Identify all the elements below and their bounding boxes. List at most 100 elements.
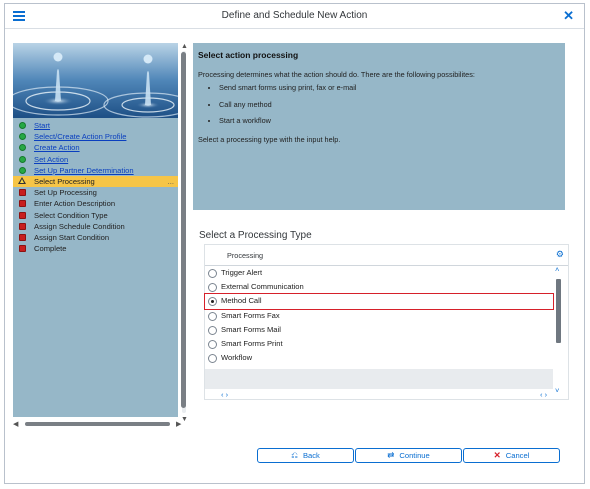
radio-button[interactable] bbox=[208, 269, 217, 278]
continue-button[interactable]: ⇄ Continue bbox=[355, 448, 462, 463]
step-done-icon bbox=[19, 166, 26, 174]
wizard-step-label: Set Up Processing bbox=[34, 188, 97, 198]
wizard-step-label[interactable]: Set Up Partner Determination bbox=[34, 166, 134, 175]
close-icon[interactable]: ✕ bbox=[563, 8, 574, 24]
table-scroll-down-icon[interactable]: ˅ bbox=[555, 386, 559, 395]
table-header: Processing ⚙ bbox=[205, 245, 568, 266]
step-more-indicator: ... bbox=[167, 176, 174, 186]
scrollbar-thumb[interactable] bbox=[181, 52, 186, 408]
step-done-icon bbox=[19, 155, 26, 163]
wizard-step: Assign Schedule Condition bbox=[13, 221, 178, 232]
wizard-step: Select Processing... bbox=[13, 175, 178, 188]
wizard-step: Enter Action Description bbox=[13, 198, 178, 209]
section-title: Select a Processing Type bbox=[199, 230, 312, 241]
table-empty-area bbox=[205, 369, 553, 389]
radio-button[interactable] bbox=[208, 339, 217, 349]
wizard-step-label: Assign Schedule Condition bbox=[34, 221, 125, 231]
wizard-step-label[interactable]: Start bbox=[34, 121, 50, 130]
back-button-label: Back bbox=[302, 451, 320, 460]
wizard-step-label[interactable]: Set Action bbox=[34, 155, 68, 164]
processing-option-label: Workflow bbox=[221, 353, 253, 363]
info-bullet: Call any method bbox=[219, 100, 356, 110]
cancel-button-label: Cancel bbox=[505, 451, 530, 460]
scroll-right-arrow-icon[interactable]: ▶ bbox=[176, 420, 181, 428]
radio-button[interactable] bbox=[208, 354, 217, 364]
wizard-step: Complete bbox=[13, 243, 178, 254]
continue-button-label: Continue bbox=[399, 451, 430, 460]
radio-button[interactable] bbox=[208, 311, 217, 321]
radio-button[interactable] bbox=[208, 297, 217, 307]
step-done-icon bbox=[19, 122, 26, 129]
wizard-step[interactable]: Start bbox=[13, 120, 178, 131]
left-vertical-scrollbar[interactable]: ▲ ▼ bbox=[180, 43, 188, 425]
settings-gear-icon[interactable]: ⚙ bbox=[556, 249, 564, 260]
step-done-icon bbox=[19, 144, 26, 152]
wizard-step: Select Condition Type bbox=[13, 210, 178, 221]
processing-option-label: Smart Forms Print bbox=[221, 338, 283, 348]
radio-button[interactable] bbox=[208, 283, 217, 293]
radio-button[interactable] bbox=[208, 325, 217, 335]
processing-option-label: Trigger Alert bbox=[221, 268, 263, 277]
wizard-step-label: Assign Start Condition bbox=[34, 232, 110, 242]
wizard-step[interactable]: Select/Create Action Profile bbox=[13, 131, 178, 142]
processing-option-row[interactable]: Smart Forms Mail bbox=[205, 323, 553, 337]
cancel-x-icon: ✕ bbox=[493, 450, 501, 460]
table-scroll-up-icon[interactable]: ˄ bbox=[555, 265, 559, 274]
wizard-step[interactable]: Set Action bbox=[13, 154, 178, 165]
cancel-button[interactable]: ✕ Cancel bbox=[463, 448, 560, 463]
info-hint: Select a processing type with the input … bbox=[198, 135, 341, 144]
title-bar: Define and Schedule New Action ✕ bbox=[5, 4, 584, 29]
wizard-step-label: Complete bbox=[34, 244, 67, 254]
table-vertical-scrollbar[interactable]: ˄ ˅ bbox=[552, 265, 568, 399]
step-pending-icon bbox=[19, 233, 26, 241]
info-bullets: Send smart forms using print, fax or e-m… bbox=[193, 83, 356, 133]
wizard-step-label: Enter Action Description bbox=[34, 199, 116, 209]
step-pending-icon bbox=[19, 222, 26, 230]
dialog-title: Define and Schedule New Action bbox=[221, 10, 368, 21]
wizard-step: Assign Start Condition bbox=[13, 232, 178, 243]
info-heading: Select action processing bbox=[198, 50, 299, 60]
step-done-icon bbox=[19, 133, 26, 141]
processing-option-row[interactable]: Method Call bbox=[204, 293, 554, 310]
back-button[interactable]: ⎌ Back bbox=[257, 448, 354, 463]
processing-option-row[interactable]: Smart Forms Print bbox=[205, 337, 553, 351]
processing-option-label: Smart Forms Fax bbox=[221, 310, 280, 320]
step-current-warning-icon bbox=[18, 176, 26, 184]
wizard-step: Set Up Processing bbox=[13, 187, 178, 198]
continue-icon: ⇄ bbox=[387, 450, 395, 460]
table-scroll-left-right-icon[interactable]: ‹ › bbox=[540, 390, 547, 399]
wizard-step[interactable]: Create Action bbox=[13, 142, 178, 153]
processing-options-list: Trigger Alert External Communication Metho… bbox=[204, 266, 554, 366]
wizard-steps-list: Start Select/Create Action Profile Create … bbox=[13, 120, 178, 254]
wizard-step-label[interactable]: Select/Create Action Profile bbox=[34, 132, 126, 141]
step-pending-icon bbox=[19, 245, 26, 253]
scroll-up-arrow-icon[interactable]: ▲ bbox=[181, 43, 188, 50]
wizard-step-label[interactable]: Create Action bbox=[34, 143, 80, 152]
processing-table: Processing ⚙ Trigger Alert External Commu… bbox=[204, 244, 569, 400]
scroll-left-arrow-icon[interactable]: ◀ bbox=[13, 420, 18, 428]
wizard-step[interactable]: Set Up Partner Determination bbox=[13, 165, 178, 176]
processing-option-row[interactable]: External Communication bbox=[205, 280, 553, 294]
back-icon: ⎌ bbox=[291, 450, 298, 460]
scrollbar-thumb[interactable] bbox=[25, 422, 170, 426]
step-pending-icon bbox=[19, 189, 26, 197]
table-scroll-left-right-icon[interactable]: ‹ › bbox=[221, 390, 228, 399]
step-pending-icon bbox=[19, 211, 26, 219]
wizard-step-label: Select Processing bbox=[34, 176, 95, 186]
column-header-processing[interactable]: Processing bbox=[227, 251, 263, 260]
water-drop-image bbox=[13, 43, 178, 118]
info-panel: Select action processing Processing dete… bbox=[193, 43, 565, 210]
processing-option-row[interactable]: Trigger Alert bbox=[205, 266, 553, 280]
info-bullet: Send smart forms using print, fax or e-m… bbox=[219, 83, 356, 93]
wizard-navigation: Start Select/Create Action Profile Create … bbox=[13, 43, 178, 417]
processing-option-label: External Communication bbox=[221, 282, 304, 292]
processing-option-label: Method Call bbox=[221, 296, 262, 306]
step-pending-icon bbox=[19, 200, 26, 208]
processing-option-row[interactable]: Workflow bbox=[205, 351, 553, 365]
info-intro: Processing determines what the action sh… bbox=[198, 70, 475, 79]
info-bullet: Start a workflow bbox=[219, 116, 356, 126]
processing-option-row[interactable]: Smart Forms Fax bbox=[205, 309, 553, 323]
table-scrollbar-thumb[interactable] bbox=[556, 279, 561, 343]
wizard-step-label: Select Condition Type bbox=[34, 210, 108, 220]
left-horizontal-scrollbar[interactable]: ◀ ▶ bbox=[13, 420, 183, 428]
